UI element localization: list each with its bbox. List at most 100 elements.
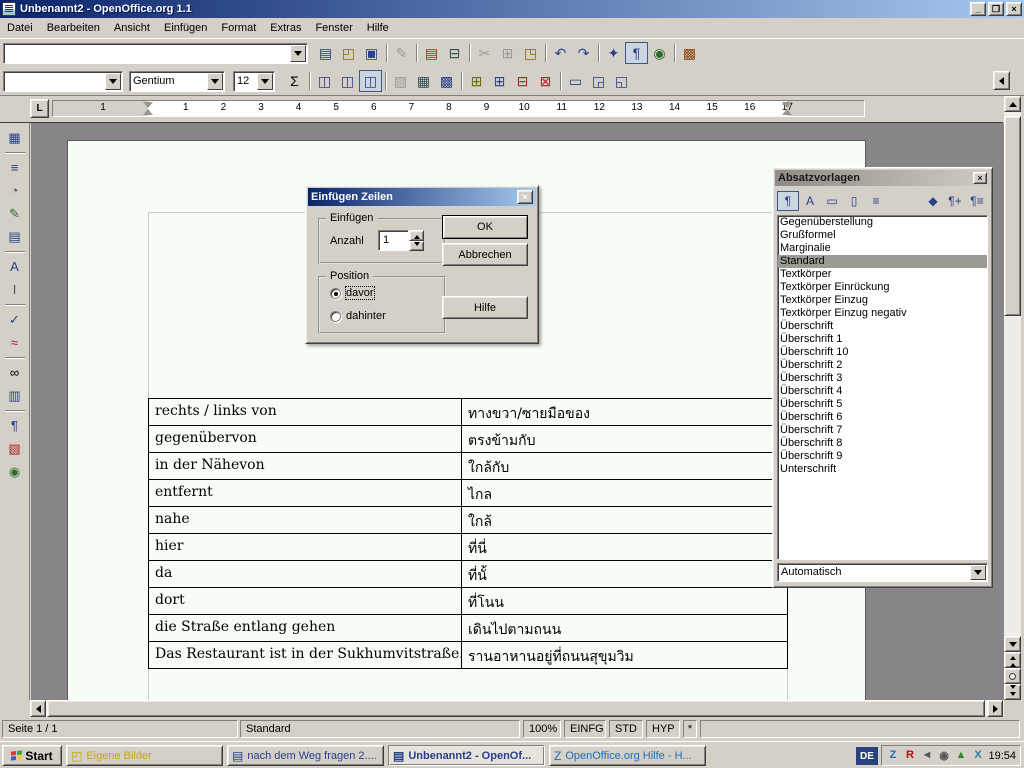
redo-icon[interactable]: ↷ xyxy=(572,42,595,64)
menu-item[interactable]: Bearbeiten xyxy=(40,19,107,37)
cancel-button[interactable]: Abbrechen xyxy=(442,243,528,266)
numbering-styles-icon[interactable]: ≡ xyxy=(865,191,887,211)
mouse-tray-icon[interactable]: ◉ xyxy=(937,749,951,762)
url-dropdown-button[interactable] xyxy=(290,45,306,62)
style-list-item[interactable]: Textkörper Einzug negativ xyxy=(778,307,987,320)
restore-button[interactable]: ❐ xyxy=(988,2,1004,16)
horizontal-ruler[interactable]: 1 1234567891011121314151617 xyxy=(52,100,865,117)
table-cell-german[interactable]: dort xyxy=(148,588,461,614)
spellcheck-icon[interactable]: ✓ xyxy=(3,308,27,331)
language-indicator[interactable]: DE xyxy=(856,747,878,765)
table-cell-german[interactable]: in der Nähevon xyxy=(148,453,461,479)
style-filter-combobox[interactable]: Automatisch xyxy=(777,563,988,582)
frame-styles-icon[interactable]: ▭ xyxy=(821,191,843,211)
insert-object-icon[interactable]: ◔ xyxy=(3,179,27,202)
navigator-icon[interactable]: ✦ xyxy=(602,42,625,64)
table-cell-german[interactable]: gegenübervon xyxy=(148,426,461,452)
table-cell-german[interactable]: hier xyxy=(148,534,461,560)
font-name-combobox[interactable]: Gentium xyxy=(129,71,225,92)
font-size-combobox[interactable]: 12 xyxy=(233,71,275,92)
scroll-down-button[interactable] xyxy=(1004,636,1021,652)
usb-tray-icon[interactable]: ▲ xyxy=(954,749,968,762)
table-cell-thai[interactable]: ที่โนน xyxy=(461,588,788,614)
table-cell-german[interactable]: Das Restaurant ist in der Sukhumvitstraß… xyxy=(148,642,461,668)
navigation-button[interactable] xyxy=(1004,668,1021,684)
antivirus-tray-icon[interactable]: R xyxy=(903,749,917,762)
font-dropdown-button[interactable] xyxy=(207,73,223,90)
border-style-icon[interactable]: ▩ xyxy=(435,70,458,92)
style-list-item[interactable]: Überschrift xyxy=(778,320,987,333)
print-icon[interactable]: ⊟ xyxy=(443,42,466,64)
vertical-scroll-thumb[interactable] xyxy=(1004,116,1021,316)
status-insert-mode[interactable]: EINFG xyxy=(564,720,606,738)
filter-dropdown-button[interactable] xyxy=(970,565,986,580)
stylist-icon[interactable]: ¶ xyxy=(625,42,648,64)
new-document-icon[interactable]: ▤ xyxy=(314,42,337,64)
column-width-optimal-icon[interactable]: ◫ xyxy=(359,70,382,92)
vertical-scrollbar[interactable] xyxy=(1004,96,1021,700)
style-list-item[interactable]: Standard xyxy=(778,255,987,268)
character-styles-icon[interactable]: A xyxy=(799,191,821,211)
save-icon[interactable]: ▣ xyxy=(360,42,383,64)
paste-icon[interactable]: ◳ xyxy=(519,42,542,64)
stylist-close-button[interactable]: × xyxy=(973,172,987,184)
tab-type-selector[interactable]: L xyxy=(30,99,49,118)
menu-item[interactable]: Extras xyxy=(263,19,308,37)
style-list-item[interactable]: Überschrift 6 xyxy=(778,411,987,424)
style-list-item[interactable]: Überschrift 7 xyxy=(778,424,987,437)
new-style-from-selection-icon[interactable]: ¶+ xyxy=(944,191,966,211)
left-indent-marker[interactable] xyxy=(143,102,153,115)
table-cell-thai[interactable]: ทางขวา/ซายมือของ xyxy=(461,399,788,425)
anzahl-spinner[interactable]: 1 xyxy=(378,230,424,251)
borders-icon[interactable]: ▦ xyxy=(412,70,435,92)
ok-button[interactable]: OK xyxy=(442,215,528,239)
style-list-item[interactable]: Überschrift 10 xyxy=(778,346,987,359)
help-button[interactable]: Hilfe xyxy=(442,296,528,319)
menu-item[interactable]: Ansicht xyxy=(107,19,157,37)
online-layout-icon[interactable]: ◉ xyxy=(3,460,27,483)
dialog-close-button[interactable]: × xyxy=(517,190,533,204)
url-combobox[interactable] xyxy=(3,43,308,64)
optimize-icon[interactable]: ◲ xyxy=(587,70,610,92)
style-list-item[interactable]: Überschrift 1 xyxy=(778,333,987,346)
spin-down-button[interactable] xyxy=(409,241,424,252)
export-pdf-icon[interactable]: ▤ xyxy=(420,42,443,64)
style-list-item[interactable]: Textkörper Einrückung xyxy=(778,281,987,294)
table-cell-german[interactable]: die Straße entlang gehen xyxy=(148,615,461,641)
network-tray-icon[interactable]: X xyxy=(971,749,985,762)
scroll-left-button[interactable] xyxy=(30,700,46,717)
fill-format-mode-icon[interactable]: ◆ xyxy=(922,191,944,211)
style-list-item[interactable]: Überschrift 9 xyxy=(778,450,987,463)
menu-item[interactable]: Hilfe xyxy=(360,19,396,37)
task-unbenannt2[interactable]: ▤ Unbenannt2 - OpenOf... xyxy=(388,745,545,766)
insert-column-icon[interactable]: ⊞ xyxy=(488,70,511,92)
direct-cursor-icon[interactable]: I xyxy=(3,278,27,301)
task-nach-dem-weg[interactable]: ▤ nach dem Weg fragen 2.... xyxy=(227,745,384,766)
style-list-item[interactable]: Überschrift 8 xyxy=(778,437,987,450)
gallery-icon[interactable]: ▩ xyxy=(678,42,701,64)
delete-column-icon[interactable]: ⊠ xyxy=(534,70,557,92)
close-button[interactable]: × xyxy=(1006,2,1022,16)
nonprinting-characters-icon[interactable]: ¶ xyxy=(3,414,27,437)
autotext-icon[interactable]: A xyxy=(3,255,27,278)
status-selection-mode[interactable]: STD xyxy=(609,720,643,738)
horizontal-scrollbar[interactable] xyxy=(30,700,1004,717)
spin-up-button[interactable] xyxy=(409,230,424,241)
next-page-button[interactable] xyxy=(1004,684,1021,700)
table-cell-thai[interactable]: รานอาหานอยู่ที่ถนนสุขุมวิม xyxy=(461,642,788,668)
open-icon[interactable]: ◰ xyxy=(337,42,360,64)
stylist-titlebar[interactable]: Absatzvorlagen × xyxy=(775,170,990,186)
find-icon[interactable]: ∞ xyxy=(3,361,27,384)
table-cell-german[interactable]: da xyxy=(148,561,461,587)
right-indent-marker[interactable] xyxy=(782,102,792,115)
table-cell-thai[interactable]: ไกล xyxy=(461,480,788,506)
menu-item[interactable]: Einfügen xyxy=(157,19,214,37)
style-list-item[interactable]: Gegenüberstellung xyxy=(778,216,987,229)
style-list-item[interactable]: Überschrift 5 xyxy=(778,398,987,411)
start-button[interactable]: Start xyxy=(2,745,62,766)
data-sources-icon[interactable]: ▥ xyxy=(3,384,27,407)
insert-frame-icon[interactable]: ▭ xyxy=(564,70,587,92)
form-functions-icon[interactable]: ▤ xyxy=(3,225,27,248)
update-style-icon[interactable]: ¶≡ xyxy=(966,191,988,211)
font-size-dropdown-button[interactable] xyxy=(257,73,273,90)
